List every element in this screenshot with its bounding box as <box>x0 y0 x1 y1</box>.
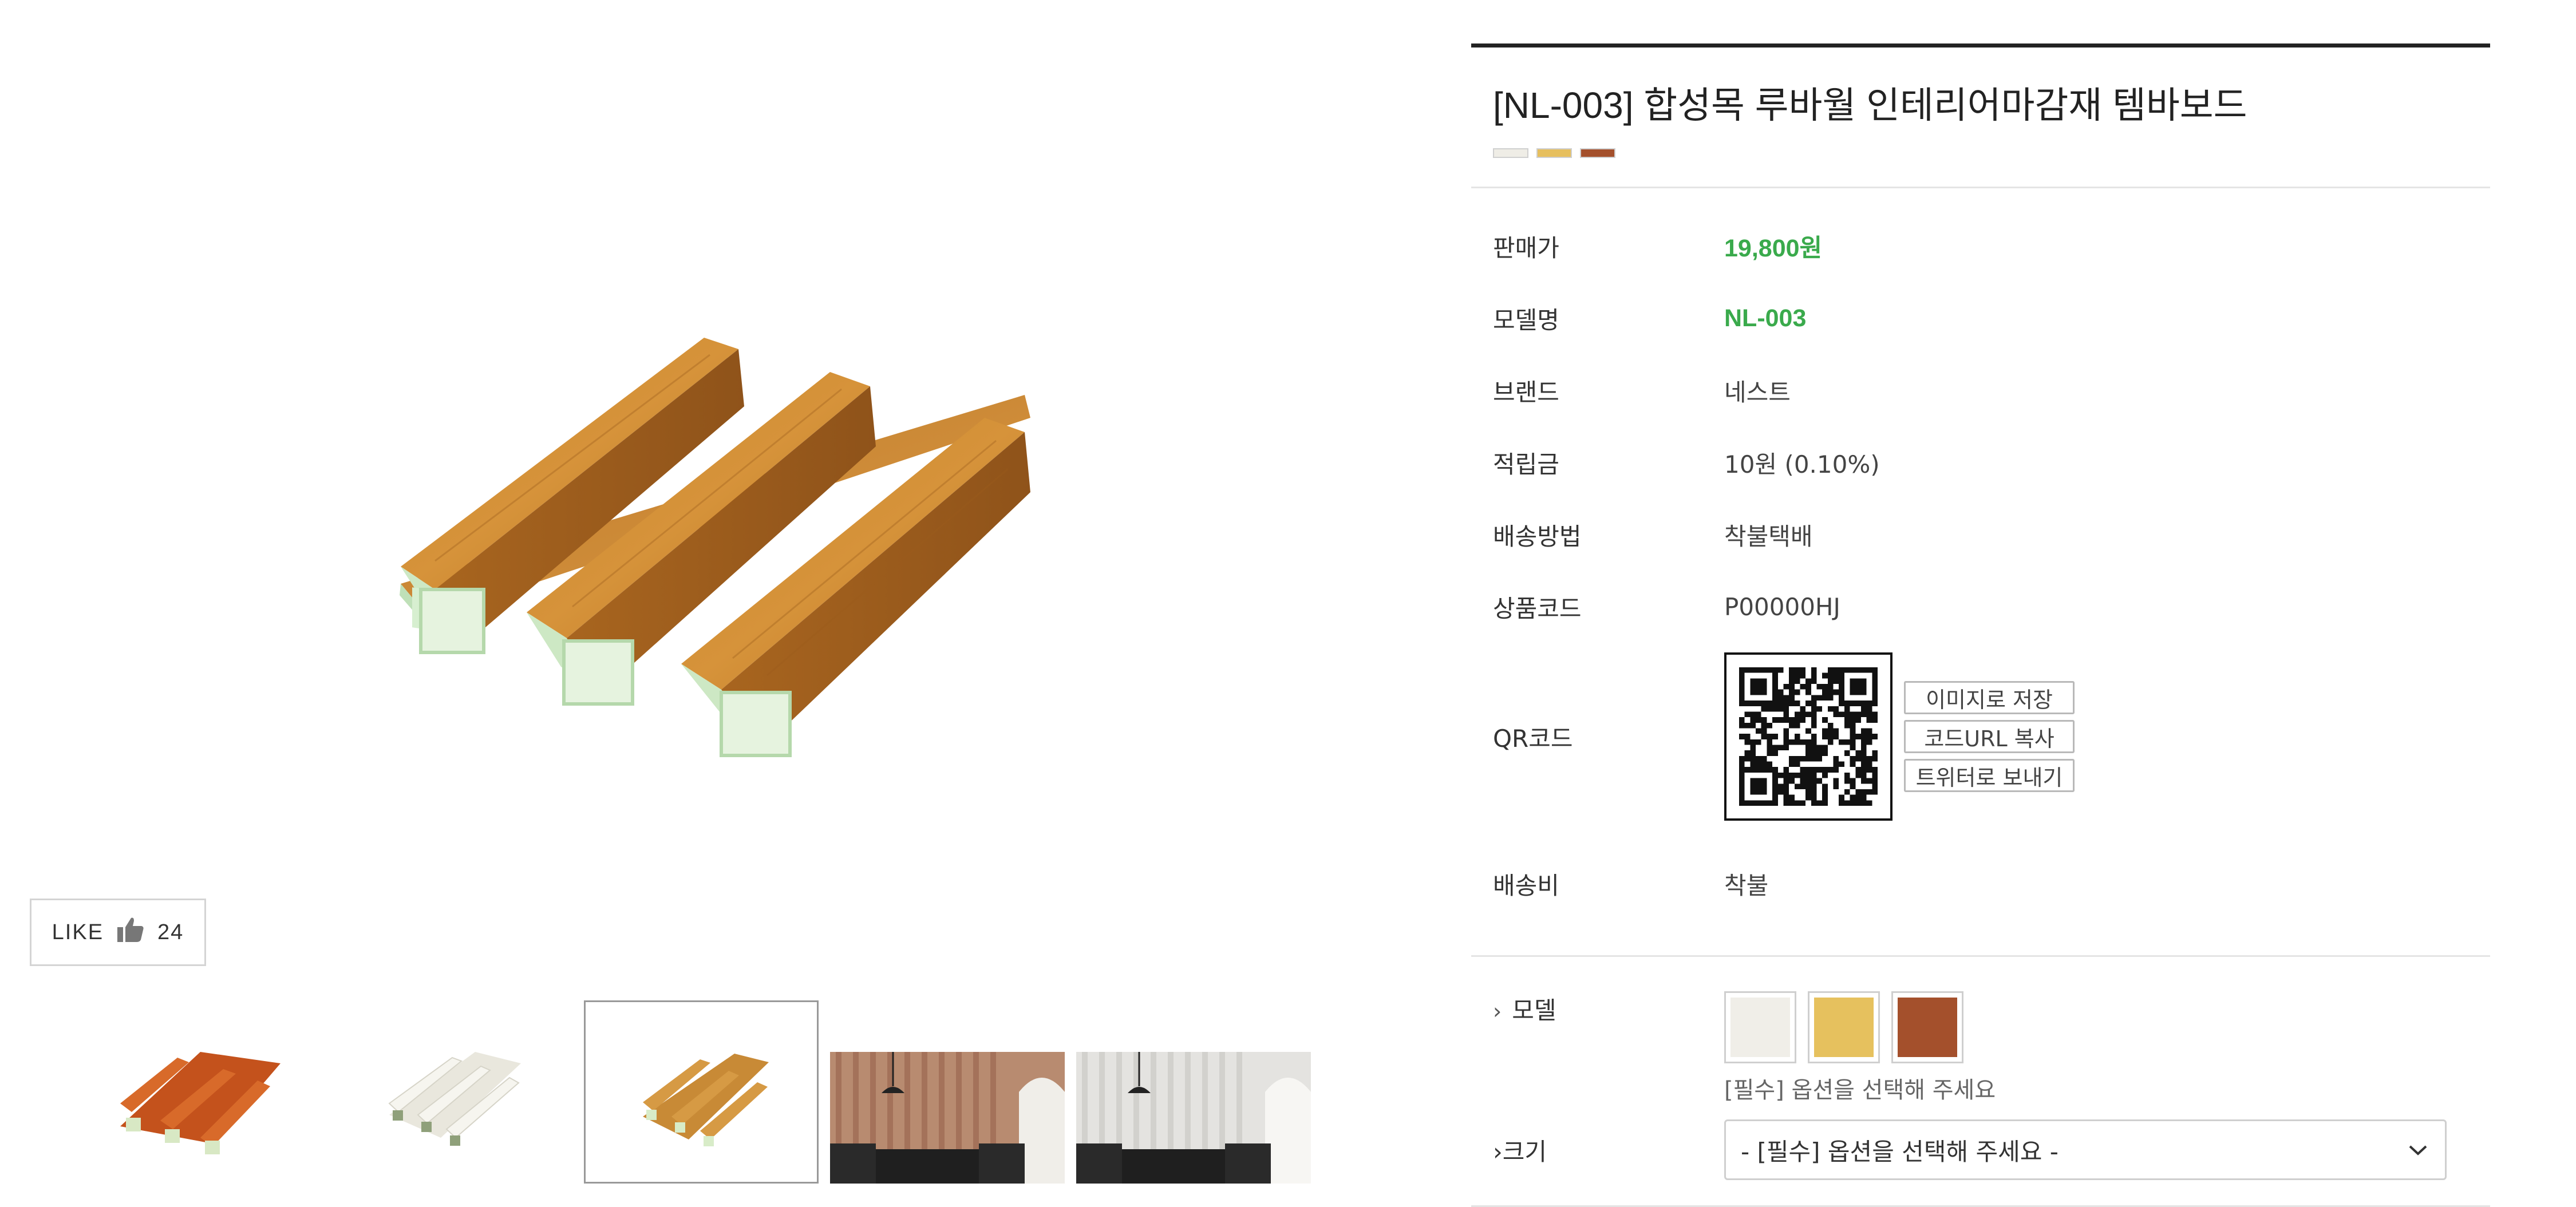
color-swatch-brown <box>1580 148 1615 158</box>
send-to-twitter-button[interactable]: 트위터로 보내기 <box>1904 759 2075 792</box>
row-price: 판매가 19,800원 <box>1471 210 2490 282</box>
color-swatch-white <box>1493 148 1528 158</box>
points-value: 10원 (0.10%) <box>1724 450 1880 478</box>
top-divider <box>1471 43 2490 48</box>
option-model: › 모델 <box>1471 991 2490 1063</box>
row-product-code: 상품코드 P00000HJ <box>1471 571 2490 643</box>
row-delivery-method: 배송방법 착불택배 <box>1471 498 2490 571</box>
thumbnail-3[interactable] <box>584 1000 819 1184</box>
option-model-label: 모델 <box>1512 996 1556 1024</box>
qr-actions: 이미지로 저장 코드URL 복사 트위터로 보내기 <box>1904 681 2075 792</box>
model-value: NL-003 <box>1724 304 1807 332</box>
points-label: 적립금 <box>1493 450 1559 478</box>
size-select[interactable]: - [필수] 옵션을 선택해 주세요 - <box>1724 1119 2447 1180</box>
chevron-right-icon: › <box>1493 1137 1503 1166</box>
save-as-image-button[interactable]: 이미지로 저장 <box>1904 681 2075 714</box>
size-select-value: - [필수] 옵션을 선택해 주세요 - <box>1741 1137 2059 1166</box>
row-shipping-fee: 배송비 착불 <box>1471 848 2490 920</box>
thumbnail-4[interactable] <box>830 1052 1065 1184</box>
model-color-choices <box>1724 991 1963 1063</box>
option-size-label-wrap: ›크기 <box>1471 1133 1724 1168</box>
shipping-fee-label: 배송비 <box>1493 871 1559 900</box>
model-option-brown[interactable] <box>1891 991 1963 1063</box>
like-button[interactable]: LIKE 24 <box>30 899 206 966</box>
qr-code-image <box>1724 652 1893 821</box>
delivery-method-label: 배송방법 <box>1493 522 1582 551</box>
thumbs-up-icon <box>116 916 145 949</box>
chevron-right-icon: › <box>1493 999 1502 1024</box>
copy-code-url-button[interactable]: 코드URL 복사 <box>1904 720 2075 753</box>
like-count: 24 <box>157 920 184 944</box>
model-required-hint: [필수] 옵션을 선택해 주세요 <box>1724 1077 1996 1103</box>
product-code-label: 상품코드 <box>1493 594 1582 623</box>
chevron-down-icon <box>2408 1138 2428 1161</box>
row-points: 적립금 10원 (0.10%) <box>1471 426 2490 498</box>
thumbnail-1[interactable] <box>86 1000 321 1184</box>
color-swatch-yellow <box>1536 148 1572 158</box>
thumbnail-strip <box>86 1000 1311 1184</box>
row-model: 모델명 NL-003 <box>1471 282 2490 354</box>
brand-label: 브랜드 <box>1493 378 1559 406</box>
like-label: LIKE <box>52 920 104 944</box>
model-option-white[interactable] <box>1724 991 1796 1063</box>
spec-table: 판매가 19,800원 모델명 NL-003 브랜드 네스트 적립금 10원 (… <box>1471 210 2490 920</box>
divider <box>1471 187 2490 188</box>
option-size-label: 크기 <box>1502 1137 1547 1166</box>
qr-label: QR코드 <box>1493 724 1573 753</box>
product-code-value: P00000HJ <box>1724 592 1840 621</box>
model-option-yellow[interactable] <box>1808 991 1880 1063</box>
option-model-label-wrap: › 모델 <box>1471 991 1724 1063</box>
thumbnail-2[interactable] <box>332 1000 567 1184</box>
thumbnail-5[interactable] <box>1076 1052 1311 1184</box>
product-info-panel: [NL-003] 합성목 루바월 인테리어마감재 템바보드 판매가 19,800… <box>1471 43 2490 1207</box>
divider <box>1471 955 2490 957</box>
product-title: [NL-003] 합성목 루바월 인테리어마감재 템바보드 <box>1493 85 2247 126</box>
price-value: 19,800원 <box>1724 235 1823 262</box>
color-swatch-row <box>1493 148 2490 158</box>
price-label: 판매가 <box>1493 234 1559 262</box>
shipping-fee-value: 착불 <box>1724 871 1769 900</box>
row-brand: 브랜드 네스트 <box>1471 354 2490 426</box>
row-qr-code: QR코드 이미지로 저장 코드URL 복사 트위터로 보내기 <box>1471 651 2490 822</box>
option-size: ›크기 - [필수] 옵션을 선택해 주세요 - <box>1471 1119 2490 1180</box>
product-main-image <box>400 338 1030 757</box>
brand-value: 네스트 <box>1724 378 1791 406</box>
delivery-method-value: 착불택배 <box>1724 522 1813 551</box>
model-label: 모델명 <box>1493 306 1559 334</box>
